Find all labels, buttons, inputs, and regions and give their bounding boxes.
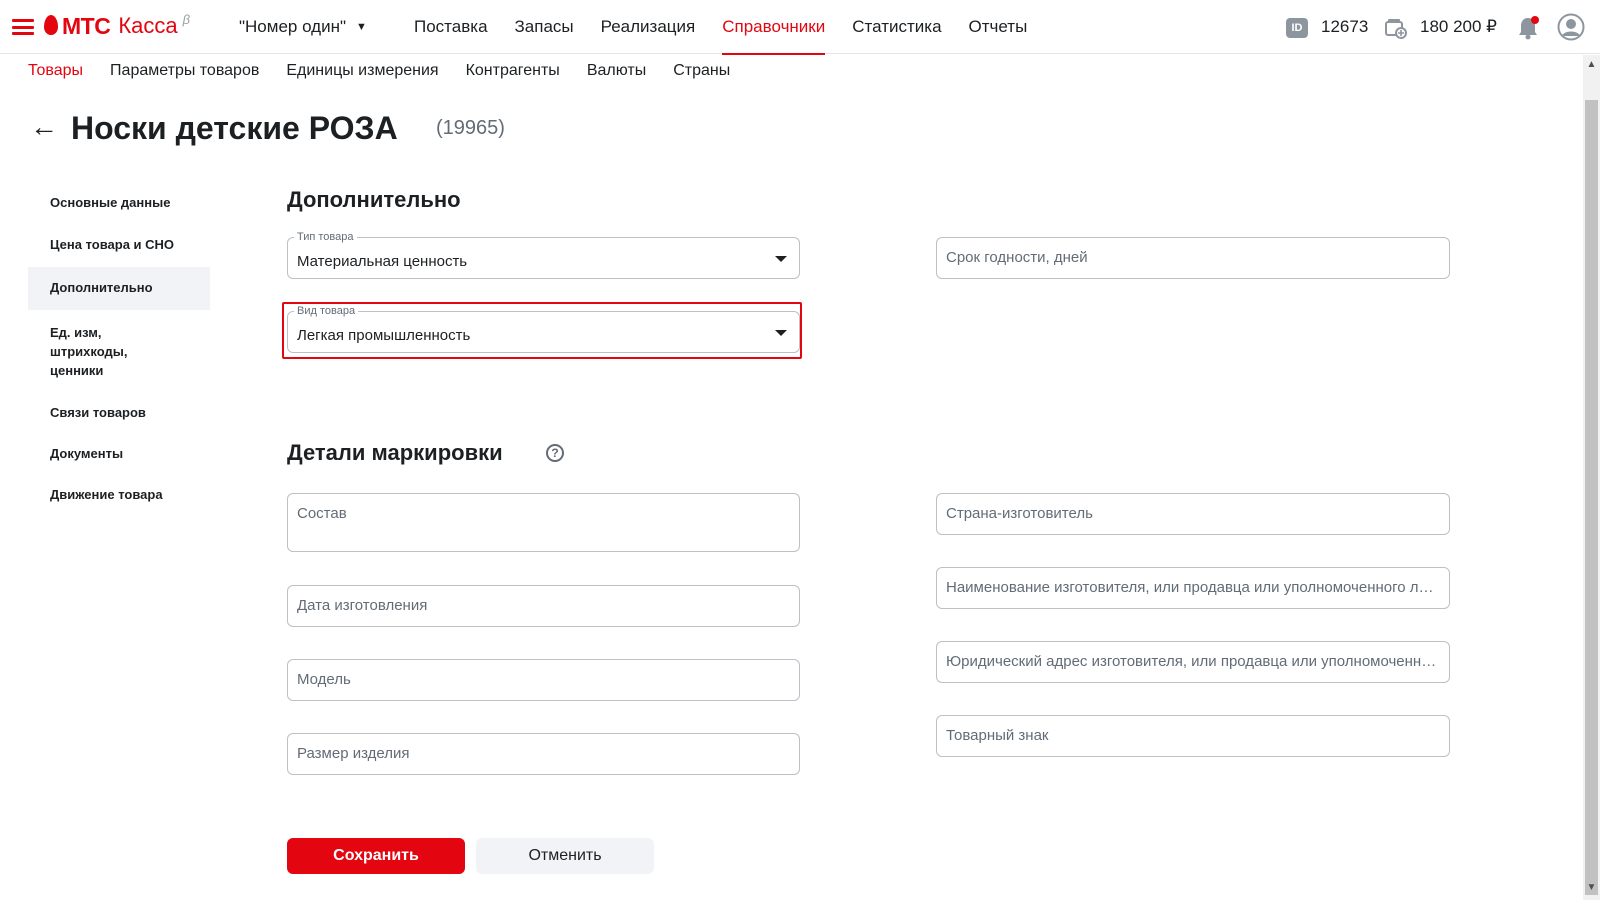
logo-beta-mark: β [182,12,191,27]
subnav-item-countries[interactable]: Страны [673,60,730,82]
nav-item-sales[interactable]: Реализация [601,0,696,54]
scroll-up-icon[interactable]: ▲ [1583,59,1600,73]
chevron-down-icon: ▼ [356,21,367,33]
side-item-units-barcodes[interactable]: Ед. изм, штрихкоды, ценники [28,310,168,393]
top-bar: МТС Касса β "Номер один" ▼ Поставка Запа… [0,0,1600,55]
product-code: (19965) [436,117,505,139]
subnav-item-currencies[interactable]: Валюты [587,60,646,82]
legal-address-placeholder: Юридический адрес изготовителя, или прод… [946,653,1437,670]
nav-item-directories[interactable]: Справочники [722,0,826,55]
shelf-life-input[interactable]: Срок годности, дней [936,237,1450,279]
nav-item-reports[interactable]: Отчеты [969,0,1028,54]
scroll-down-icon[interactable]: ▼ [1583,882,1600,896]
save-button[interactable]: Сохранить [287,838,465,874]
cancel-button[interactable]: Отменить [476,838,654,874]
trademark-placeholder: Товарный знак [946,727,1049,744]
sub-nav: Товары Параметры товаров Единицы измерен… [28,60,757,82]
balance: 180 200 ₽ [1420,17,1497,36]
product-kind-label: Вид товара [294,304,359,318]
manufacture-date-placeholder: Дата изготовления [297,597,428,614]
nav-item-statistics[interactable]: Статистика [852,0,941,54]
subnav-item-product-params[interactable]: Параметры товаров [110,60,259,82]
product-type-value: Материальная ценность [297,253,468,270]
model-placeholder: Модель [297,671,351,688]
nav-item-stock[interactable]: Запасы [515,0,574,54]
side-item-product-links[interactable]: Связи товаров [28,393,210,434]
page-title: Носки детские РОЗА [71,110,398,146]
side-menu: Основные данные Цена товара и СНО Дополн… [28,180,210,516]
trademark-input[interactable]: Товарный знак [936,715,1450,757]
section-title-marking: Детали маркировки [287,440,503,465]
side-item-basic-data[interactable]: Основные данные [28,180,210,225]
shelf-life-placeholder: Срок годности, дней [946,249,1088,266]
nav-item-supply[interactable]: Поставка [414,0,488,54]
country-placeholder: Страна-изготовитель [946,505,1093,522]
composition-textarea[interactable]: Состав [287,493,800,552]
section-title-additional: Дополнительно [287,187,461,212]
manufacturer-name-placeholder: Наименование изготовителя, или продавца … [946,579,1437,596]
mts-egg-icon [44,15,58,35]
side-item-documents[interactable]: Документы [28,434,210,475]
size-input[interactable]: Размер изделия [287,733,800,775]
subnav-item-products[interactable]: Товары [28,60,83,82]
legal-address-input[interactable]: Юридический адрес изготовителя, или прод… [936,641,1450,683]
scrollbar[interactable]: ▲ ▼ [1583,55,1600,900]
chevron-down-icon [775,330,787,336]
product-kind-select[interactable]: Вид товара Легкая промышленность [287,304,800,353]
composition-placeholder: Состав [297,505,347,522]
side-item-additional[interactable]: Дополнительно [28,267,210,310]
logo[interactable]: МТС Касса β [44,13,190,39]
account-id: 12673 [1321,17,1369,36]
model-input[interactable]: Модель [287,659,800,701]
bell-icon[interactable] [1516,15,1540,41]
subnav-item-units[interactable]: Единицы измерения [286,60,438,82]
menu-icon[interactable] [12,19,34,35]
org-name: "Номер один" [239,17,347,36]
logo-kassa-text: Касса [118,13,178,38]
product-kind-value: Легкая промышленность [297,327,471,344]
size-placeholder: Размер изделия [297,745,410,762]
subnav-item-counterparties[interactable]: Контрагенты [466,60,560,82]
user-avatar-icon[interactable] [1557,13,1585,41]
org-selector[interactable]: "Номер один" ▼ [239,17,367,37]
logo-mts-text: МТС [62,13,111,39]
help-icon[interactable]: ? [546,444,564,462]
scroll-thumb[interactable] [1585,100,1598,895]
main-nav: Поставка Запасы Реализация Справочники С… [414,0,1054,55]
manufacture-date-input[interactable]: Дата изготовления [287,585,800,627]
side-item-price-tax[interactable]: Цена товара и СНО [28,225,210,267]
product-type-select[interactable]: Тип товара Материальная ценность [287,230,800,279]
product-type-label: Тип товара [294,230,357,244]
manufacturer-name-input[interactable]: Наименование изготовителя, или продавца … [936,567,1450,609]
chevron-down-icon [775,256,787,262]
country-input[interactable]: Страна-изготовитель [936,493,1450,535]
back-arrow-icon[interactable]: ← [30,112,58,142]
id-icon: ID [1286,18,1308,38]
side-item-movement[interactable]: Движение товара [28,475,210,516]
wallet-icon[interactable] [1385,17,1407,39]
